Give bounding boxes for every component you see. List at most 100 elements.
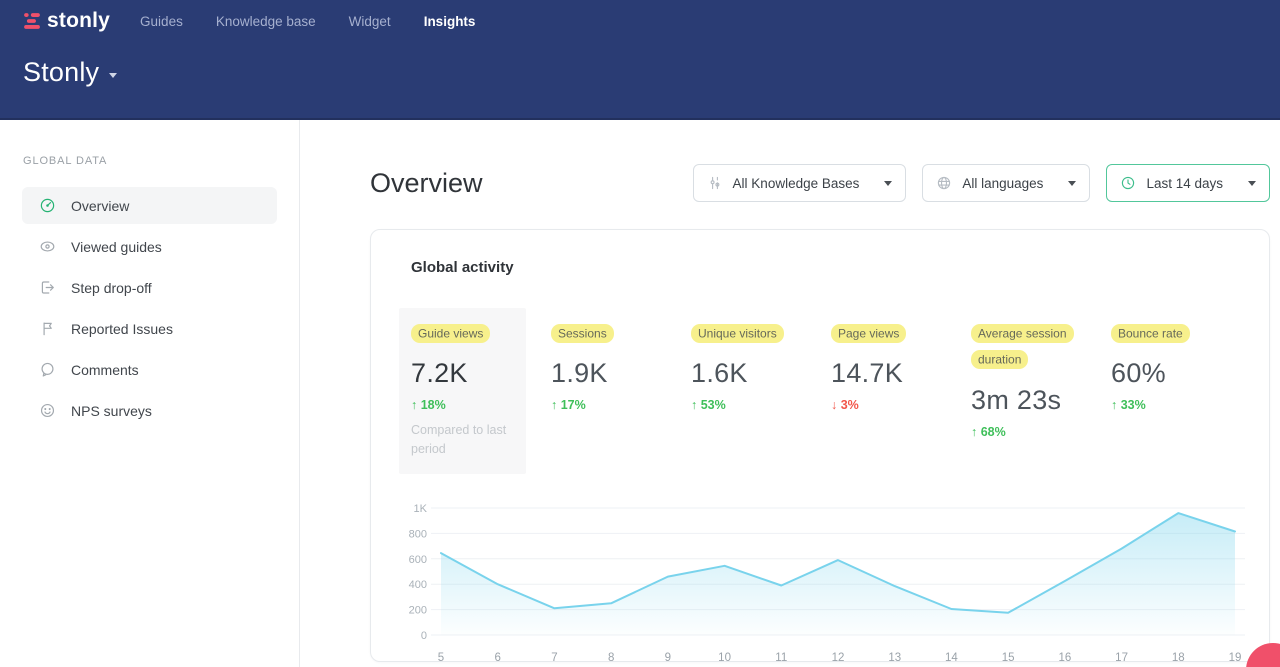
svg-text:13: 13 xyxy=(888,652,901,664)
navbar-row: stonly Guides Knowledge base Widget Insight… xyxy=(23,9,1256,33)
global-activity-card: Global activity Guide views 7.2K ↑ 18% Comp… xyxy=(370,229,1270,662)
globe-icon xyxy=(936,175,952,191)
svg-text:17: 17 xyxy=(1115,652,1128,664)
metric-label: Unique visitors xyxy=(691,320,803,346)
metric-label: Page views xyxy=(831,320,943,346)
metric-label: Bounce rate xyxy=(1111,320,1223,346)
metric-average-session-duration[interactable]: Average session duration 3m 23s ↑ 68% xyxy=(959,308,1099,451)
chevron-down-icon xyxy=(884,181,892,186)
metric-note: Compared to last period xyxy=(411,421,514,457)
svg-text:6: 6 xyxy=(495,652,501,664)
sidebar-item-viewed-guides[interactable]: Viewed guides xyxy=(22,228,277,265)
main-header: Overview All Knowledge Bases All language… xyxy=(370,164,1270,202)
chevron-down-icon xyxy=(1248,181,1256,186)
metric-value: 1.9K xyxy=(551,358,667,389)
sidebar-item-overview[interactable]: Overview xyxy=(22,187,277,224)
svg-text:16: 16 xyxy=(1058,652,1071,664)
filter-label: All Knowledge Bases xyxy=(733,176,860,191)
svg-text:19: 19 xyxy=(1229,652,1242,664)
content-area: GLOBAL DATA Overview Viewed guides Step dr… xyxy=(0,120,1280,667)
sliders-icon xyxy=(707,175,723,191)
metric-page-views[interactable]: Page views 14.7K ↓ 3% xyxy=(819,308,959,424)
metric-value: 60% xyxy=(1111,358,1227,389)
metric-unique-visitors[interactable]: Unique visitors 1.6K ↑ 53% xyxy=(679,308,819,424)
activity-chart: 02004006008001K5678910111213141516171819 xyxy=(397,496,1255,667)
metric-label: Guide views xyxy=(411,320,514,346)
sidebar-item-nps-surveys[interactable]: NPS surveys xyxy=(22,392,277,429)
metric-sessions[interactable]: Sessions 1.9K ↑ 17% xyxy=(539,308,679,424)
card-title: Global activity xyxy=(411,259,1269,276)
sidebar-item-label: NPS surveys xyxy=(71,403,152,419)
svg-text:15: 15 xyxy=(1002,652,1015,664)
sidebar-item-comments[interactable]: Comments xyxy=(22,351,277,388)
chevron-down-icon xyxy=(109,73,117,78)
sidebar-item-label: Comments xyxy=(71,362,139,378)
metric-change-up: ↑ 33% xyxy=(1111,398,1227,412)
filter-all-knowledge-bases[interactable]: All Knowledge Bases xyxy=(693,164,907,202)
step-dropoff-icon xyxy=(39,279,56,296)
metric-label: Sessions xyxy=(551,320,663,346)
chevron-down-icon xyxy=(1068,181,1076,186)
stonly-logo-icon xyxy=(23,12,41,30)
top-navbar: stonly Guides Knowledge base Widget Insight… xyxy=(0,0,1280,120)
workspace-switcher[interactable]: Stonly xyxy=(23,57,1256,88)
metric-label: Average session duration xyxy=(971,320,1083,373)
metric-change-up: ↑ 68% xyxy=(971,425,1087,439)
svg-text:200: 200 xyxy=(409,604,427,616)
svg-text:9: 9 xyxy=(665,652,671,664)
svg-text:12: 12 xyxy=(832,652,845,664)
nav-link-guides[interactable]: Guides xyxy=(140,14,183,29)
svg-text:400: 400 xyxy=(409,579,427,591)
svg-text:1K: 1K xyxy=(414,503,428,515)
svg-text:11: 11 xyxy=(775,652,787,664)
svg-text:14: 14 xyxy=(945,652,958,664)
metric-bounce-rate[interactable]: Bounce rate 60% ↑ 33% xyxy=(1099,308,1239,424)
filter-bar: All Knowledge Bases All languages Last 14 … xyxy=(693,164,1270,202)
metric-change-down: ↓ 3% xyxy=(831,398,947,412)
svg-text:0: 0 xyxy=(421,630,427,642)
svg-text:5: 5 xyxy=(438,652,444,664)
svg-text:8: 8 xyxy=(608,652,614,664)
metric-change-up: ↑ 53% xyxy=(691,398,807,412)
nav-link-widget[interactable]: Widget xyxy=(349,14,391,29)
metrics-row: Guide views 7.2K ↑ 18% Compared to last per… xyxy=(399,308,1269,474)
filter-label: Last 14 days xyxy=(1146,176,1223,191)
page-title: Overview xyxy=(370,168,483,199)
eye-icon xyxy=(39,238,56,255)
metric-value: 14.7K xyxy=(831,358,947,389)
filter-last-14-days[interactable]: Last 14 days xyxy=(1106,164,1270,202)
gauge-icon xyxy=(39,197,56,214)
sidebar: GLOBAL DATA Overview Viewed guides Step dr… xyxy=(0,120,300,667)
svg-text:600: 600 xyxy=(409,553,427,565)
metric-value: 3m 23s xyxy=(971,385,1087,416)
main-panel: Overview All Knowledge Bases All language… xyxy=(300,120,1280,667)
filter-all-languages[interactable]: All languages xyxy=(922,164,1090,202)
primary-nav: Guides Knowledge base Widget Insights xyxy=(140,14,475,29)
metric-change-up: ↑ 17% xyxy=(551,398,667,412)
sidebar-item-reported-issues[interactable]: Reported Issues xyxy=(22,310,277,347)
svg-text:7: 7 xyxy=(551,652,557,664)
sidebar-item-label: Viewed guides xyxy=(71,239,162,255)
sidebar-section-title: GLOBAL DATA xyxy=(23,155,299,167)
smiley-icon xyxy=(39,402,56,419)
metric-guide-views[interactable]: Guide views 7.2K ↑ 18% Compared to last per… xyxy=(399,308,526,474)
sidebar-item-step-drop-off[interactable]: Step drop-off xyxy=(22,269,277,306)
logo-text: stonly xyxy=(47,9,110,33)
flag-icon xyxy=(39,320,56,337)
clock-icon xyxy=(1120,175,1136,191)
sidebar-item-label: Overview xyxy=(71,198,129,214)
sidebar-item-label: Step drop-off xyxy=(71,280,152,296)
metric-value: 1.6K xyxy=(691,358,807,389)
metric-change-up: ↑ 18% xyxy=(411,398,514,412)
comment-icon xyxy=(39,361,56,378)
nav-link-insights[interactable]: Insights xyxy=(424,14,476,29)
sidebar-items: Overview Viewed guides Step drop-off Report… xyxy=(0,187,299,429)
stonly-logo[interactable]: stonly xyxy=(23,9,110,33)
sidebar-item-label: Reported Issues xyxy=(71,321,173,337)
activity-chart-svg: 02004006008001K5678910111213141516171819 xyxy=(397,496,1249,667)
svg-text:800: 800 xyxy=(409,528,427,540)
metric-value: 7.2K xyxy=(411,358,514,389)
nav-link-knowledge-base[interactable]: Knowledge base xyxy=(216,14,316,29)
filter-label: All languages xyxy=(962,176,1043,191)
svg-text:10: 10 xyxy=(718,652,731,664)
